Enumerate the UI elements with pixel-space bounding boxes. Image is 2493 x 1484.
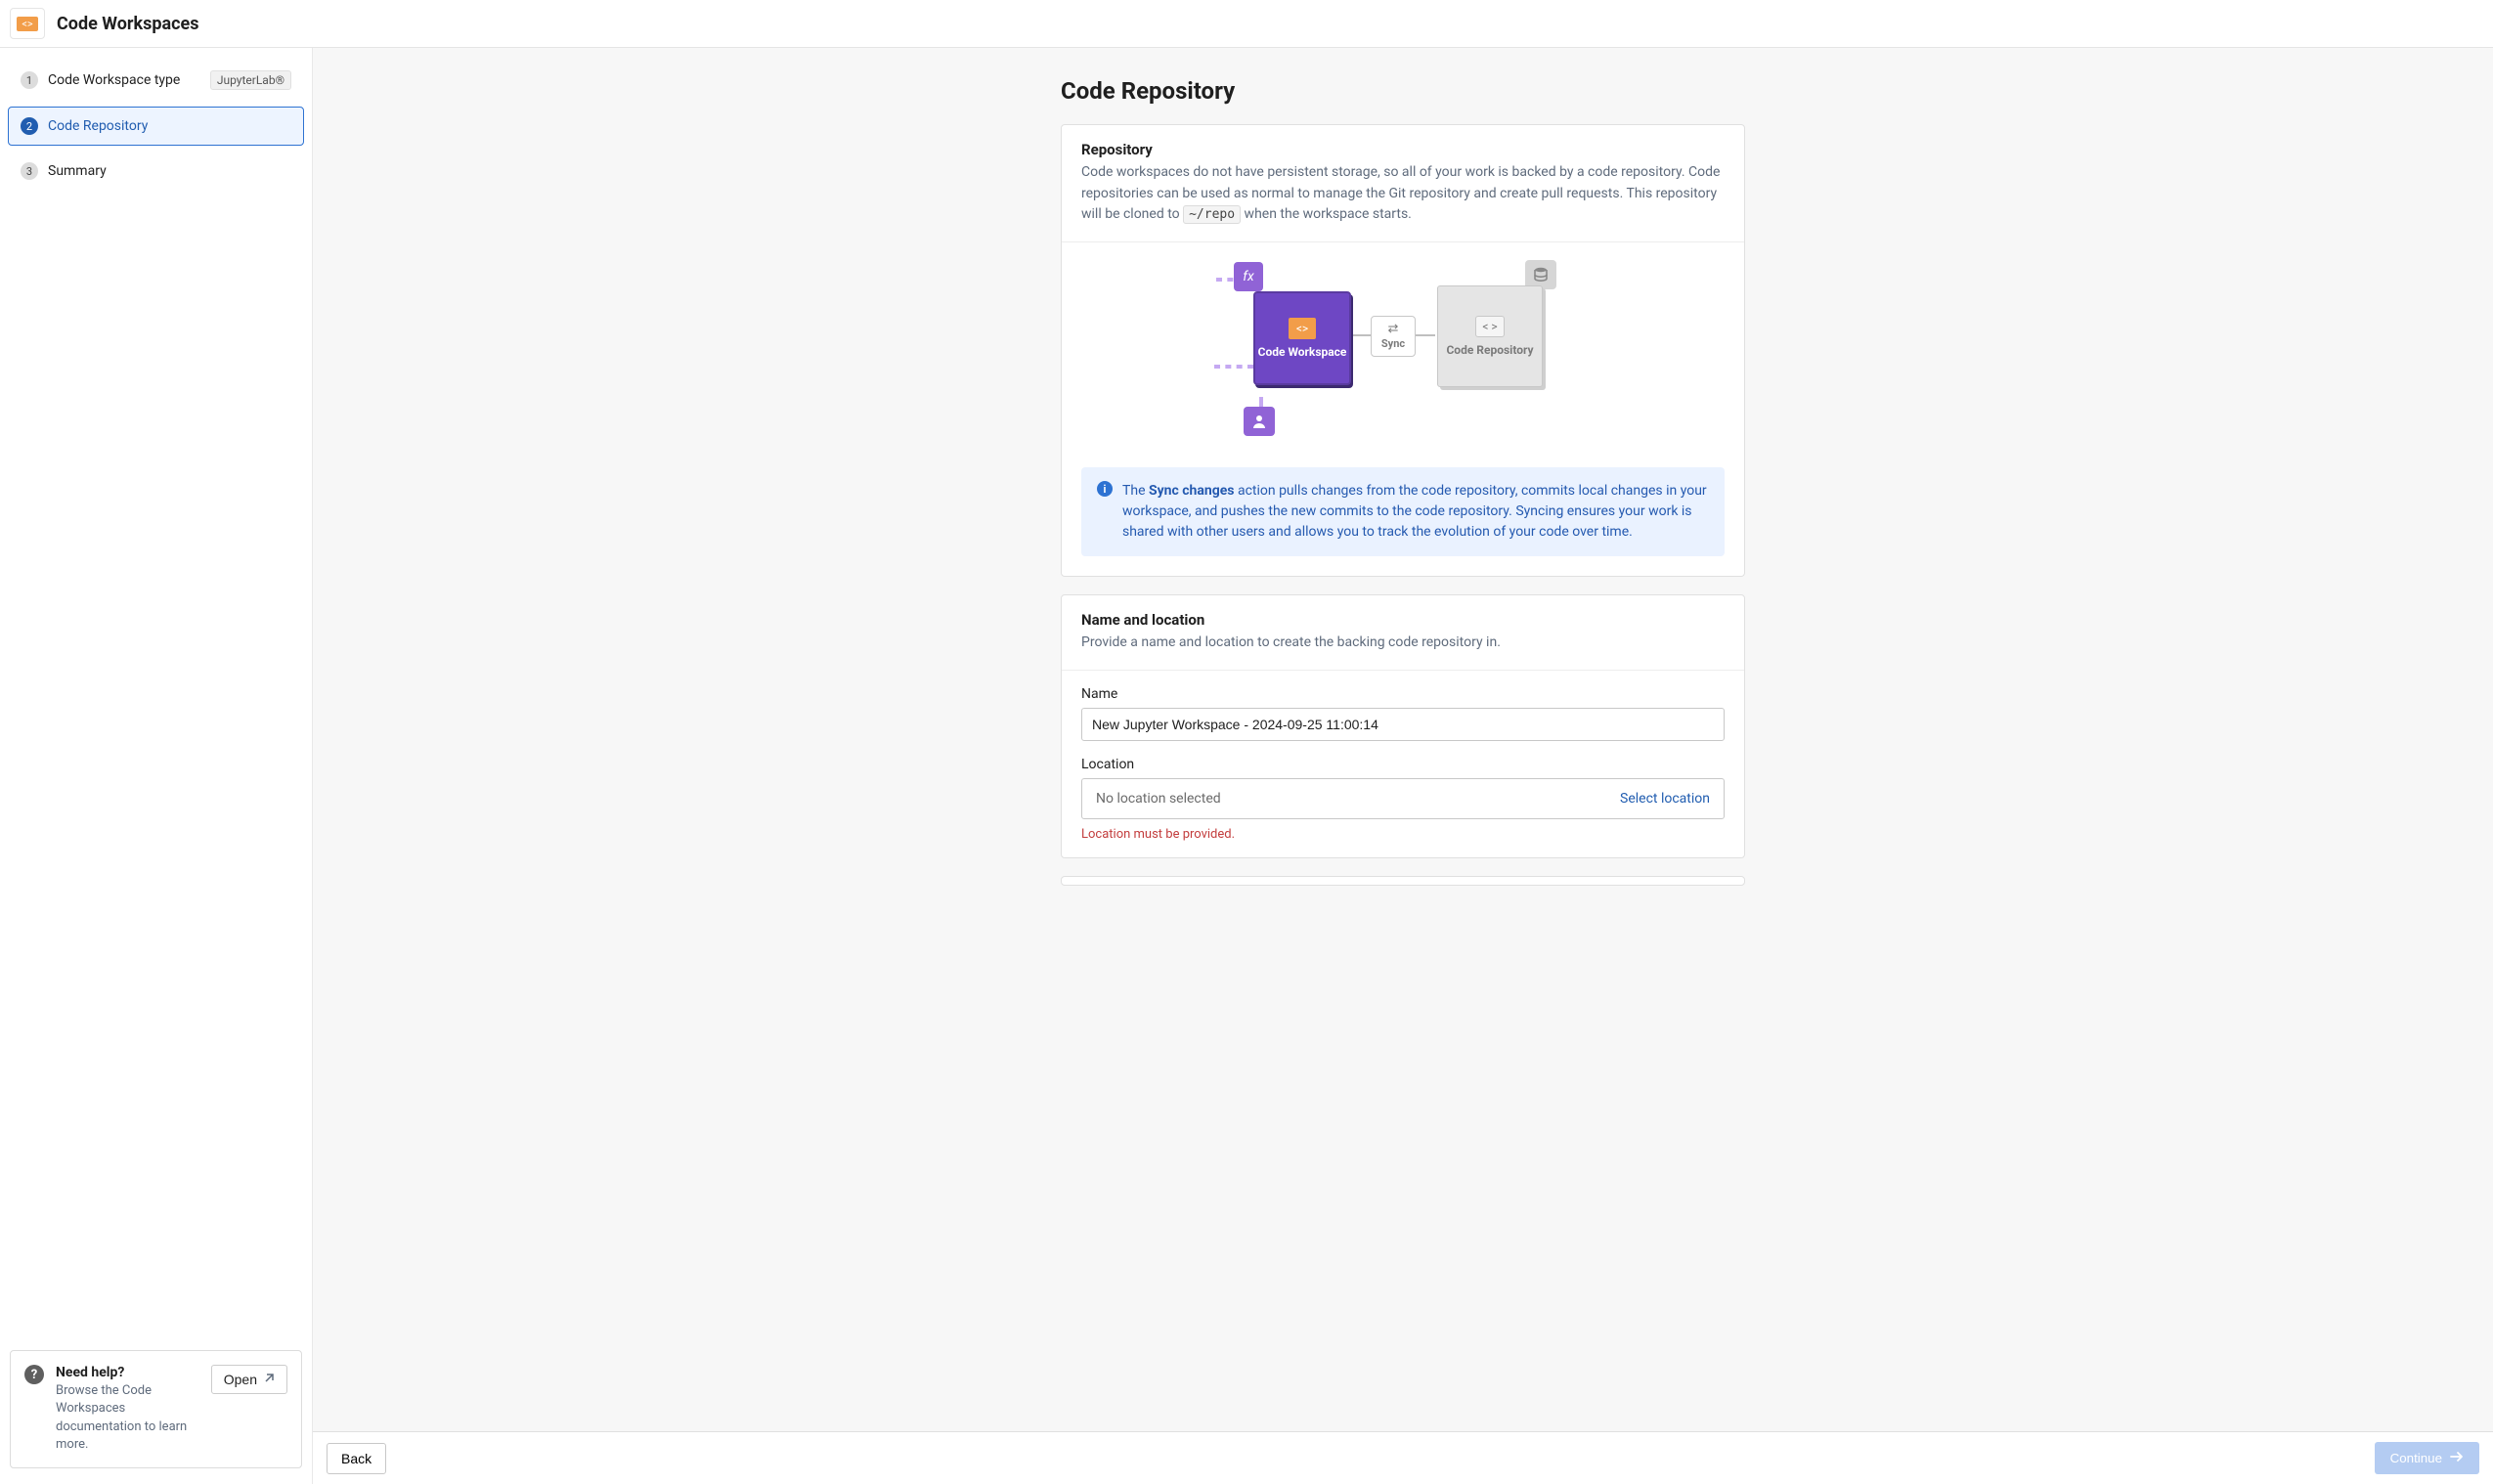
step-number-3: 3 [21, 162, 38, 180]
fx-icon: fx [1234, 262, 1263, 291]
info-icon: i [1097, 481, 1113, 497]
location-error: Location must be provided. [1081, 827, 1725, 842]
step-number-1: 1 [21, 71, 38, 89]
step-number-2: 2 [21, 117, 38, 135]
person-icon [1244, 407, 1275, 436]
sync-callout-text: The Sync changes action pulls changes fr… [1122, 481, 1709, 543]
repo-path-code: ~/repo [1183, 205, 1241, 224]
step-label: Code Workspace type [48, 72, 180, 88]
repo-label: Code Repository [1446, 343, 1533, 357]
repo-section-title: Repository [1081, 141, 1725, 158]
step-summary[interactable]: 3 Summary [8, 152, 304, 191]
location-label: Location [1081, 757, 1725, 772]
help-open-button[interactable]: Open [211, 1365, 287, 1394]
sync-badge: ⇄ Sync [1371, 316, 1416, 357]
select-location-link[interactable]: Select location [1620, 791, 1710, 807]
step-label: Code Repository [48, 118, 148, 134]
name-loc-title: Name and location [1081, 611, 1725, 629]
external-link-icon [263, 1372, 275, 1387]
sync-diagram: fx <> Code Workspace ⇄ [1222, 260, 1584, 446]
code-workspace-glyph: <> [17, 17, 38, 31]
repository-card: Repository Code workspaces do not have p… [1061, 124, 1745, 577]
help-open-label: Open [224, 1372, 257, 1387]
footer: Back Continue [313, 1431, 2493, 1484]
location-placeholder: No location selected [1096, 791, 1221, 807]
step-badge: JupyterLab® [210, 70, 291, 90]
name-location-card: Name and location Provide a name and loc… [1061, 594, 1745, 858]
sync-arrow-icon: ⇄ [1388, 323, 1399, 335]
sidebar: 1 Code Workspace type JupyterLab® 2 Code… [0, 48, 313, 1484]
header-title: Code Workspaces [57, 14, 198, 34]
help-card: ? Need help? Browse the Code Workspaces … [10, 1350, 302, 1468]
help-desc: Browse the Code Workspaces documentation… [56, 1382, 199, 1454]
sync-info-callout: i The Sync changes action pulls changes … [1081, 467, 1725, 556]
arrow-right-icon [2450, 1451, 2464, 1465]
page-title: Code Repository [1061, 77, 1745, 105]
name-label: Name [1081, 686, 1725, 702]
next-card-peek [1061, 876, 1745, 886]
location-selector[interactable]: No location selected Select location [1081, 778, 1725, 819]
help-title: Need help? [56, 1365, 199, 1380]
workspace-icon: <> [1289, 318, 1316, 339]
continue-button[interactable]: Continue [2375, 1442, 2479, 1474]
step-label: Summary [48, 163, 107, 179]
step-list: 1 Code Workspace type JupyterLab® 2 Code… [8, 60, 304, 191]
app-icon: <> [10, 8, 45, 39]
repo-code-icon: < > [1475, 316, 1505, 337]
workspace-label: Code Workspace [1258, 345, 1347, 359]
back-button[interactable]: Back [327, 1443, 386, 1474]
name-loc-desc: Provide a name and location to create th… [1081, 633, 1725, 654]
repo-section-desc: Code workspaces do not have persistent s… [1081, 162, 1725, 226]
name-input[interactable] [1081, 708, 1725, 741]
continue-label: Continue [2390, 1451, 2442, 1465]
sync-label: Sync [1381, 337, 1405, 350]
step-code-repository[interactable]: 2 Code Repository [8, 107, 304, 146]
step-workspace-type[interactable]: 1 Code Workspace type JupyterLab® [8, 60, 304, 101]
help-icon: ? [24, 1365, 44, 1384]
header: <> Code Workspaces [0, 0, 2493, 48]
